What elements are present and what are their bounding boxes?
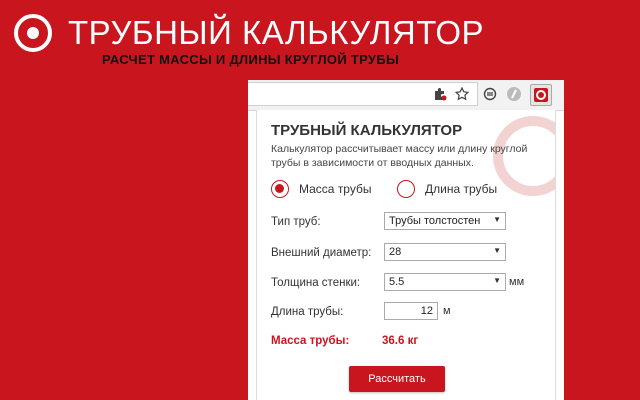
star-bookmark-icon[interactable] xyxy=(454,86,470,102)
calculate-button[interactable]: Рассчитать xyxy=(349,366,445,392)
puzzle-extension-icon[interactable] xyxy=(432,86,448,102)
pipe-calculator-extension-icon[interactable] xyxy=(530,84,552,106)
wall-thickness-select[interactable]: 5.5 ▼ xyxy=(384,273,506,291)
popup-description: Калькулятор рассчитывает массу или длину… xyxy=(271,143,528,169)
pipe-type-label: Тип труб: xyxy=(271,216,321,228)
extension-popup: ТРУБНЫЙ КАЛЬКУЛЯТОР Калькулятор рассчиты… xyxy=(256,110,556,400)
pipe-length-input[interactable]: 12 xyxy=(384,302,438,320)
pipe-type-value: Трубы толстостен xyxy=(389,215,481,227)
popup-title: ТРУБНЫЙ КАЛЬКУЛЯТОР xyxy=(271,122,463,139)
sync-icon[interactable] xyxy=(482,86,498,102)
radio-mass[interactable] xyxy=(271,180,289,198)
radio-length[interactable] xyxy=(397,180,415,198)
wall-thickness-value: 5.5 xyxy=(389,276,405,288)
wall-thickness-unit: мм xyxy=(509,276,525,288)
mode-length-option[interactable]: Длина трубы xyxy=(397,180,497,198)
mode-mass-option[interactable]: Масса трубы xyxy=(271,180,371,198)
outer-diameter-select[interactable]: 28 ▼ xyxy=(384,243,506,261)
wall-thickness-label: Толщина стенки: xyxy=(271,277,361,289)
brand-subtitle: РАСЧЕТ МАССЫ И ДЛИНЫ КРУГЛОЙ ТРУБЫ xyxy=(102,52,399,67)
result-value: 36.6 кг xyxy=(382,335,419,347)
pipe-type-select[interactable]: Трубы толстостен ▼ xyxy=(384,212,506,230)
chevron-down-icon: ▼ xyxy=(493,246,501,255)
chevron-down-icon: ▼ xyxy=(493,215,501,224)
pipe-length-unit: м xyxy=(443,305,451,317)
result-label: Масса трубы: xyxy=(271,335,350,347)
radio-mass-label: Масса трубы xyxy=(299,182,372,196)
outer-diameter-label: Внешний диаметр: xyxy=(271,247,372,259)
outer-diameter-value: 28 xyxy=(389,246,402,258)
logo-icon xyxy=(14,14,52,52)
radio-length-label: Длина трубы xyxy=(425,182,498,196)
brand-title: ТРУБНЫЙ КАЛЬКУЛЯТОР xyxy=(68,14,485,51)
chevron-down-icon: ▼ xyxy=(493,276,501,285)
pipe-length-label: Длина трубы: xyxy=(271,306,344,318)
tool-extension-icon[interactable] xyxy=(506,86,522,102)
browser-toolbar xyxy=(248,80,564,111)
browser-window: ТРУБНЫЙ КАЛЬКУЛЯТОР Калькулятор рассчиты… xyxy=(248,80,564,400)
